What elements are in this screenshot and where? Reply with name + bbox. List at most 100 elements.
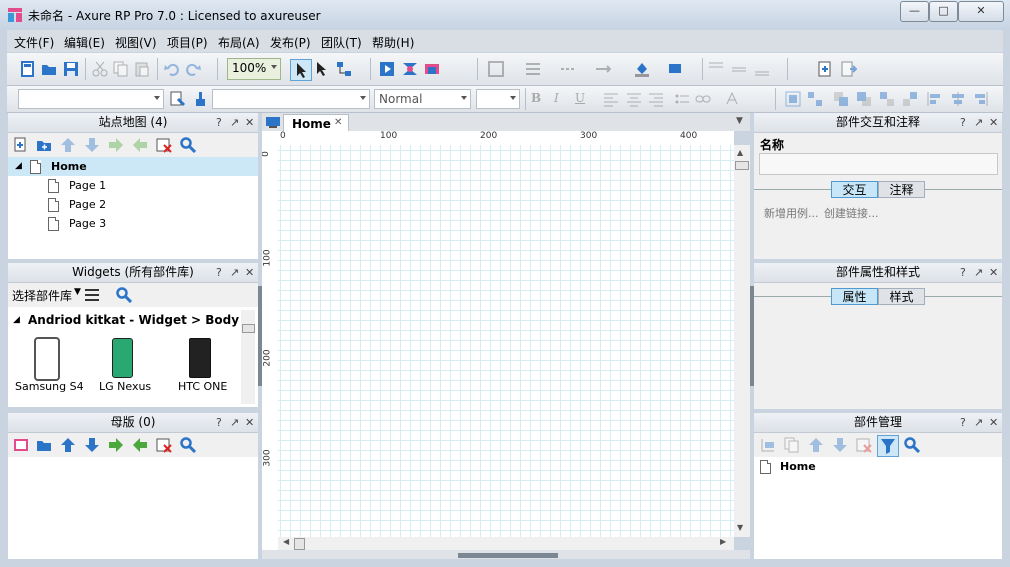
scroll-left-icon[interactable]: ◀ [283,537,289,546]
move-down-icon[interactable] [84,437,100,453]
widget-htc-one[interactable]: HTC ONE [178,380,227,393]
search-icon[interactable] [116,287,133,304]
arrow-style-icon[interactable] [595,61,612,77]
name-input[interactable] [759,153,998,175]
help-icon[interactable]: ? [960,113,966,132]
align-bottom-icon[interactable] [754,61,770,77]
line-pattern-icon[interactable] [560,61,576,77]
bold-icon[interactable]: B [531,91,547,107]
popout-icon[interactable]: ↗ [230,413,239,432]
ungroup-icon[interactable] [807,91,823,107]
minimize-button[interactable]: — [900,1,929,22]
shadow-icon[interactable] [668,61,684,77]
move-down-icon[interactable] [84,137,100,153]
align-right-icon[interactable] [648,91,664,107]
vertical-scrollbar[interactable]: ▲ ▼ [734,145,750,537]
italic-icon[interactable]: I [554,91,570,107]
select-library-dropdown[interactable]: 选择部件库 [12,287,72,304]
popout-icon[interactable]: ↗ [974,263,983,282]
select-intersect-icon[interactable] [290,59,312,81]
add-page-icon[interactable] [13,137,29,153]
paste-icon[interactable] [134,61,150,77]
add-case-link[interactable]: 新增用例... [764,205,819,221]
link-icon[interactable] [695,91,711,107]
add-master-icon[interactable] [13,437,29,453]
select-contained-icon[interactable] [314,61,330,77]
move-up-icon[interactable] [808,437,824,453]
help-icon[interactable]: ? [216,413,222,432]
sitemap-toggle-icon[interactable] [265,115,281,129]
undo-icon[interactable] [164,61,180,77]
menu-layout[interactable]: 布局(A) [218,34,260,51]
align-objects-right-icon[interactable] [972,91,988,107]
align-objects-center-icon[interactable] [950,91,966,107]
sitemap-page-1[interactable]: Page 1 [69,179,106,192]
import-icon[interactable] [817,61,833,77]
widget-lg-nexus[interactable]: LG Nexus [99,380,151,393]
delete-icon[interactable] [156,137,172,153]
copy-icon[interactable] [113,61,129,77]
popout-icon[interactable]: ↗ [230,263,239,282]
redo-icon[interactable] [185,61,201,77]
popout-icon[interactable]: ↗ [974,413,983,432]
sitemap-row-home[interactable]: ◢ Home [8,157,258,176]
move-down-icon[interactable] [832,437,848,453]
help-icon[interactable]: ? [960,263,966,282]
new-file-icon[interactable] [20,61,36,77]
fill-color-icon[interactable] [634,61,650,77]
search-icon[interactable] [904,437,921,454]
design-canvas[interactable] [278,145,734,537]
chevron-down-icon[interactable]: ▼ [736,116,743,126]
indent-icon[interactable] [108,137,124,153]
brush-icon[interactable] [192,91,208,107]
send-backward-icon[interactable] [902,91,918,107]
menu-publish[interactable]: 发布(P) [270,34,311,51]
move-up-icon[interactable] [60,437,76,453]
open-folder-icon[interactable] [41,61,57,77]
font-size-combo[interactable] [476,89,520,109]
outdent-icon[interactable] [132,137,148,153]
samsung-s4-widget-icon[interactable] [34,337,60,381]
border-style-icon[interactable] [488,61,504,77]
chevron-down-icon[interactable]: ▼ [74,287,81,297]
manager-home-label[interactable]: Home [780,460,816,473]
bottom-splitter[interactable] [458,553,558,558]
share-icon[interactable] [402,61,418,77]
search-icon[interactable] [180,137,197,154]
widget-samsung-s4[interactable]: Samsung S4 [15,380,84,393]
close-panel-icon[interactable]: ✕ [245,413,254,432]
create-link-link[interactable]: 创建链接... [824,205,879,221]
scroll-down-icon[interactable]: ▼ [737,523,743,532]
align-center-icon[interactable] [626,91,642,107]
htc-one-widget-icon[interactable] [189,338,211,378]
format-painter-icon[interactable] [170,91,186,107]
align-top-icon[interactable] [708,61,724,77]
widgets-scrollbar[interactable] [241,310,255,404]
help-icon[interactable]: ? [216,113,222,132]
close-panel-icon[interactable]: ✕ [245,263,254,282]
tab-home[interactable]: Home ✕ [283,114,349,132]
move-up-icon[interactable] [60,137,76,153]
menu-project[interactable]: 项目(P) [167,34,208,51]
send-back-icon[interactable] [856,91,872,107]
scroll-right-icon[interactable]: ▶ [720,537,726,546]
indent-icon[interactable] [108,437,124,453]
widget-library-combo[interactable] [18,89,164,109]
help-icon[interactable]: ? [216,263,222,282]
align-middle-icon[interactable] [731,61,747,77]
menu-view[interactable]: 视图(V) [115,34,157,51]
add-folder-icon[interactable] [36,437,52,453]
sitemap-page-3[interactable]: Page 3 [69,217,106,230]
delete-icon[interactable] [856,437,872,453]
menu-team[interactable]: 团队(T) [321,34,362,51]
close-panel-icon[interactable]: ✕ [989,113,998,132]
line-weight-icon[interactable] [525,61,541,77]
align-left-icon[interactable] [603,91,619,107]
export-icon[interactable] [841,61,858,77]
publish-icon[interactable] [424,61,440,77]
popout-icon[interactable]: ↗ [974,113,983,132]
tab-close-icon[interactable]: ✕ [334,117,342,128]
maximize-button[interactable]: □ [929,1,958,22]
close-panel-icon[interactable]: ✕ [989,263,998,282]
close-panel-icon[interactable]: ✕ [245,113,254,132]
